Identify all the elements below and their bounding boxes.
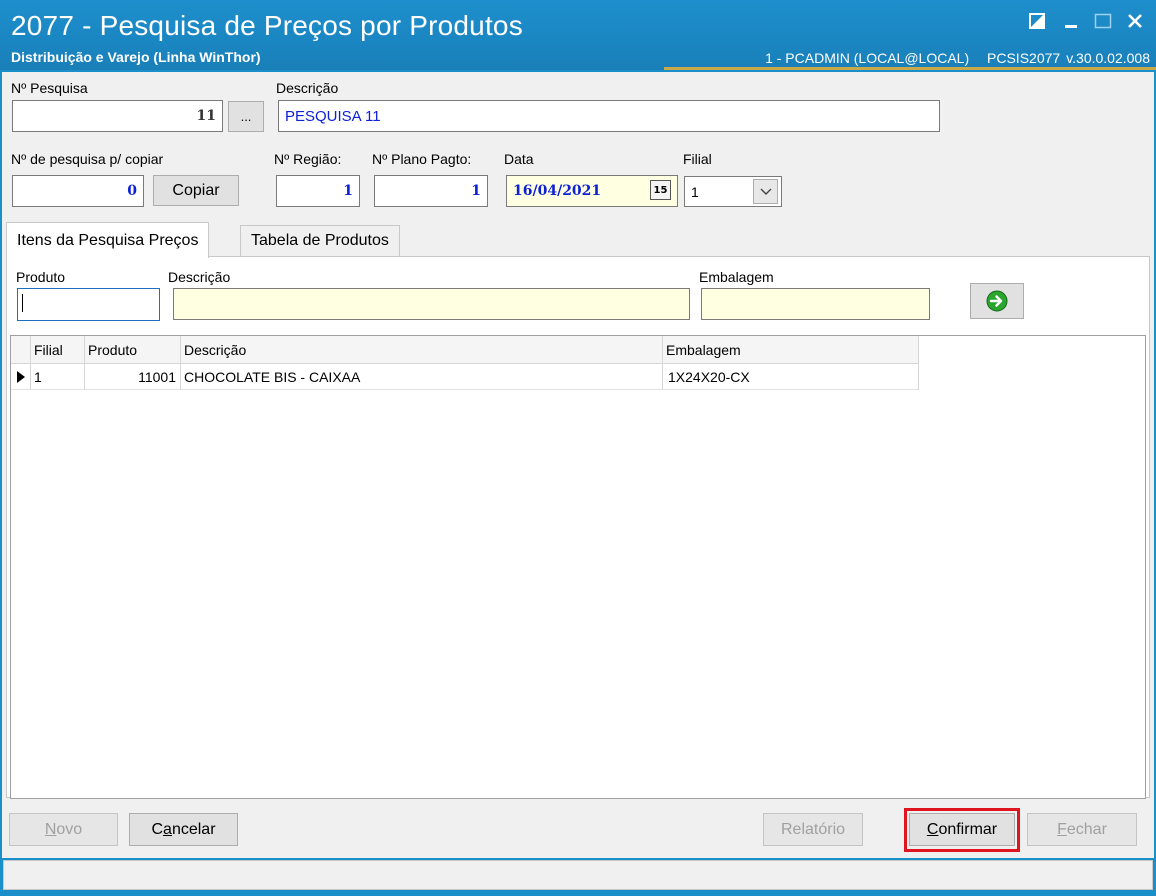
regiao-input[interactable]: 1 [276,175,360,207]
cancelar-label-accel: a [163,820,172,838]
minimize-icon[interactable] [1056,8,1086,34]
descricao-input[interactable]: PESQUISA 11 [278,100,940,132]
filter-embalagem-input[interactable] [701,288,930,320]
fechar-label-accel: F [1057,820,1067,838]
cancelar-button[interactable]: Ca ncelar [129,813,238,846]
filial-select-value: 1 [691,183,699,200]
confirmar-highlight-box [904,808,1020,852]
grid-header: Filial Produto Descrição Embalagem [11,336,919,364]
filter-go-button[interactable] [970,283,1024,319]
maximize-icon[interactable] [1088,8,1118,34]
cell-produto: 11001 [85,364,181,390]
window-body: Nº Pesquisa 11 ... Descrição PESQUISA 11… [2,72,1154,858]
descricao-label: Descrição [276,80,339,96]
tab-itens-pesquisa[interactable]: Itens da Pesquisa Preços [6,222,210,258]
program-label: PCSIS2077 [987,50,1061,66]
window-subtitle: Distribuição e Varejo (Linha WinThor) [11,49,261,65]
cancelar-label-prefix: C [151,820,164,838]
session-info: 1 - PCADMIN (LOCAL@LOCAL) PCSIS2077 v.30.… [751,50,1150,66]
cell-filial: 1 [31,364,85,390]
novo-label-accel: N [44,820,57,838]
grid-col-produto[interactable]: Produto [85,336,181,364]
window-title: 2077 - Pesquisa de Preços por Produtos [11,10,523,41]
cell-embalagem: 1X24X20-CX [663,364,919,390]
copiar-input[interactable]: 0 [12,175,144,207]
chevron-down-icon[interactable] [753,179,778,204]
grid-col-filial[interactable]: Filial [31,336,85,364]
grid-col-embalagem[interactable]: Embalagem [663,336,919,364]
cell-descricao: CHOCOLATE BIS - CAIXAA [181,364,663,390]
calendar-icon[interactable]: 15 [650,180,671,200]
pesquisa-lookup-button[interactable]: ... [228,101,264,132]
filial-label: Filial [683,151,712,167]
copiar-label: Nº de pesquisa p/ copiar [11,151,164,167]
novo-label-rest: ovo [56,820,83,838]
restore-size-icon[interactable] [1022,8,1052,34]
grid-indicator-header [11,336,31,364]
fechar-button[interactable]: Fechar [1027,813,1137,846]
close-icon[interactable] [1120,8,1150,34]
bottom-border [0,891,1156,896]
arrow-right-circle-icon [986,290,1008,312]
text-cursor [22,294,23,312]
tab-tabela-produtos[interactable]: Tabela de Produtos [240,225,400,257]
user-label: 1 - PCADMIN (LOCAL@LOCAL) [765,50,970,66]
pesquisa-input[interactable]: 11 [12,100,223,132]
plano-pagto-label: Nº Plano Pagto: [372,151,472,167]
regiao-label: Nº Região: [274,151,342,167]
relatorio-button[interactable]: Relatório [763,813,863,846]
fechar-label-rest: echar [1066,820,1107,838]
filter-produto-label: Produto [16,269,66,285]
pesquisa-label: Nº Pesquisa [11,80,88,96]
cancelar-label-rest: ncelar [171,820,216,838]
filter-descricao-input[interactable] [173,288,690,320]
filter-produto-input[interactable] [17,288,160,321]
title-accent-line [664,67,1156,70]
table-row[interactable]: 1 11001 CHOCOLATE BIS - CAIXAA 1X24X20-C… [11,364,919,390]
data-label: Data [504,151,534,167]
version-label: v.30.0.02.008 [1066,50,1150,66]
status-bar [3,860,1153,890]
title-bar: 2077 - Pesquisa de Preços por Produtos D… [0,0,1156,70]
copiar-button[interactable]: Copiar [153,175,239,206]
filter-descricao-label: Descrição [168,269,231,285]
plano-pagto-input[interactable]: 1 [374,175,488,207]
filter-embalagem-label: Embalagem [699,269,774,285]
novo-button[interactable]: Novo [9,813,118,846]
grid-col-descricao[interactable]: Descrição [181,336,663,364]
row-indicator-icon [11,364,31,390]
items-grid[interactable]: Filial Produto Descrição Embalagem 1 110… [10,335,1146,799]
